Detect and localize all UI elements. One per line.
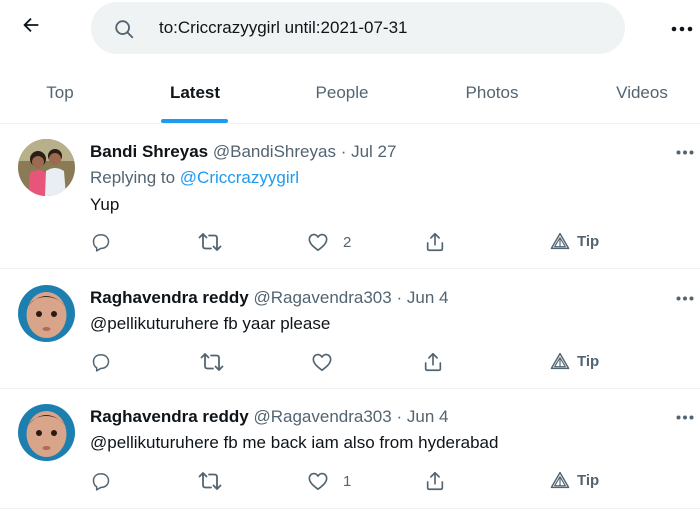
tweet-header: Raghavendra reddy @Ragavendra303 · Jun 4 bbox=[90, 407, 448, 427]
tab-latest[interactable]: Latest bbox=[155, 62, 235, 123]
author-handle[interactable]: @Ragavendra303 bbox=[253, 288, 391, 307]
tweet-more-button[interactable] bbox=[672, 406, 698, 426]
share-button[interactable] bbox=[424, 231, 446, 253]
replying-to-prefix: Replying to bbox=[90, 168, 180, 187]
search-header bbox=[0, 0, 700, 56]
tip-button[interactable]: Tip bbox=[550, 471, 599, 489]
like-count: 2 bbox=[343, 233, 352, 251]
tip-button[interactable]: Tip bbox=[550, 232, 599, 250]
tab-photos[interactable]: Photos bbox=[447, 62, 537, 123]
active-tab-indicator bbox=[161, 119, 228, 123]
replying-to-link[interactable]: @Criccrazyygirl bbox=[180, 168, 299, 187]
search-tabs: Top Latest People Photos Videos bbox=[0, 62, 700, 124]
retweet-icon bbox=[198, 232, 222, 252]
avatar[interactable] bbox=[18, 285, 75, 342]
reply-button[interactable] bbox=[91, 232, 111, 252]
reply-icon bbox=[91, 232, 111, 252]
more-horizontal-icon bbox=[676, 288, 694, 306]
heart-icon bbox=[307, 471, 329, 491]
author-name[interactable]: Bandi Shreyas bbox=[90, 142, 208, 161]
retweet-button[interactable] bbox=[198, 471, 222, 491]
share-icon bbox=[424, 231, 446, 253]
search-input[interactable] bbox=[159, 2, 599, 54]
tweet-more-button[interactable] bbox=[672, 287, 698, 307]
reply-icon bbox=[91, 352, 111, 372]
back-button[interactable] bbox=[14, 10, 48, 44]
heart-icon bbox=[307, 232, 329, 252]
tip-button[interactable]: Tip bbox=[550, 352, 599, 370]
tip-icon bbox=[550, 352, 570, 370]
author-handle[interactable]: @BandiShreyas bbox=[213, 142, 336, 161]
share-icon bbox=[424, 470, 446, 492]
search-icon bbox=[113, 18, 135, 40]
share-button[interactable] bbox=[424, 470, 446, 492]
more-horizontal-icon bbox=[671, 19, 693, 37]
more-horizontal-icon bbox=[676, 407, 694, 425]
tip-label: Tip bbox=[577, 232, 600, 250]
heart-icon bbox=[311, 352, 333, 372]
separator-dot: · bbox=[340, 142, 347, 161]
like-button[interactable]: 1 bbox=[307, 471, 351, 491]
replying-to: Replying to @Criccrazyygirl bbox=[90, 168, 299, 188]
tip-label: Tip bbox=[577, 352, 600, 370]
tab-top[interactable]: Top bbox=[20, 62, 100, 123]
reply-button[interactable] bbox=[91, 352, 111, 372]
tweet-text: @pellikuturuhere fb me back iam also fro… bbox=[90, 433, 499, 452]
tweet[interactable]: Raghavendra reddy @Ragavendra303 · Jun 4… bbox=[0, 270, 700, 389]
tip-icon bbox=[550, 471, 570, 489]
author-name[interactable]: Raghavendra reddy bbox=[90, 407, 249, 426]
more-horizontal-icon bbox=[676, 142, 694, 160]
tweet[interactable]: Raghavendra reddy @Ragavendra303 · Jun 4… bbox=[0, 389, 700, 509]
tip-icon bbox=[550, 232, 570, 250]
reply-icon bbox=[91, 471, 111, 491]
tweet-date[interactable]: Jun 4 bbox=[407, 407, 449, 426]
tweet-more-button[interactable] bbox=[672, 141, 698, 161]
tab-videos[interactable]: Videos bbox=[600, 62, 684, 123]
more-options-button[interactable] bbox=[668, 14, 696, 42]
tweet-text: @pellikuturuhere fb yaar please bbox=[90, 314, 331, 333]
share-icon bbox=[422, 351, 444, 373]
tip-label: Tip bbox=[577, 471, 600, 489]
arrow-left-icon bbox=[20, 14, 42, 41]
like-count: 1 bbox=[343, 472, 352, 490]
retweet-icon bbox=[198, 471, 222, 491]
avatar[interactable] bbox=[18, 139, 75, 196]
tweet-date[interactable]: Jul 27 bbox=[351, 142, 396, 161]
tweet-date[interactable]: Jun 4 bbox=[407, 288, 449, 307]
like-button[interactable]: 2 bbox=[307, 232, 351, 252]
author-handle[interactable]: @Ragavendra303 bbox=[253, 407, 391, 426]
author-name[interactable]: Raghavendra reddy bbox=[90, 288, 249, 307]
search-box bbox=[91, 2, 625, 54]
tweet-text: Yup bbox=[90, 195, 120, 214]
tweet-header: Bandi Shreyas @BandiShreyas · Jul 27 bbox=[90, 142, 396, 162]
like-button[interactable] bbox=[311, 352, 347, 372]
retweet-button[interactable] bbox=[200, 352, 224, 372]
share-button[interactable] bbox=[422, 351, 444, 373]
avatar[interactable] bbox=[18, 404, 75, 461]
tweet[interactable]: Bandi Shreyas @BandiShreyas · Jul 27 Rep… bbox=[0, 124, 700, 269]
retweet-icon bbox=[200, 352, 224, 372]
separator-dot: · bbox=[396, 288, 403, 307]
tweet-header: Raghavendra reddy @Ragavendra303 · Jun 4 bbox=[90, 288, 448, 308]
tab-people[interactable]: People bbox=[297, 62, 387, 123]
reply-button[interactable] bbox=[91, 471, 111, 491]
retweet-button[interactable] bbox=[198, 232, 222, 252]
separator-dot: · bbox=[396, 407, 403, 426]
